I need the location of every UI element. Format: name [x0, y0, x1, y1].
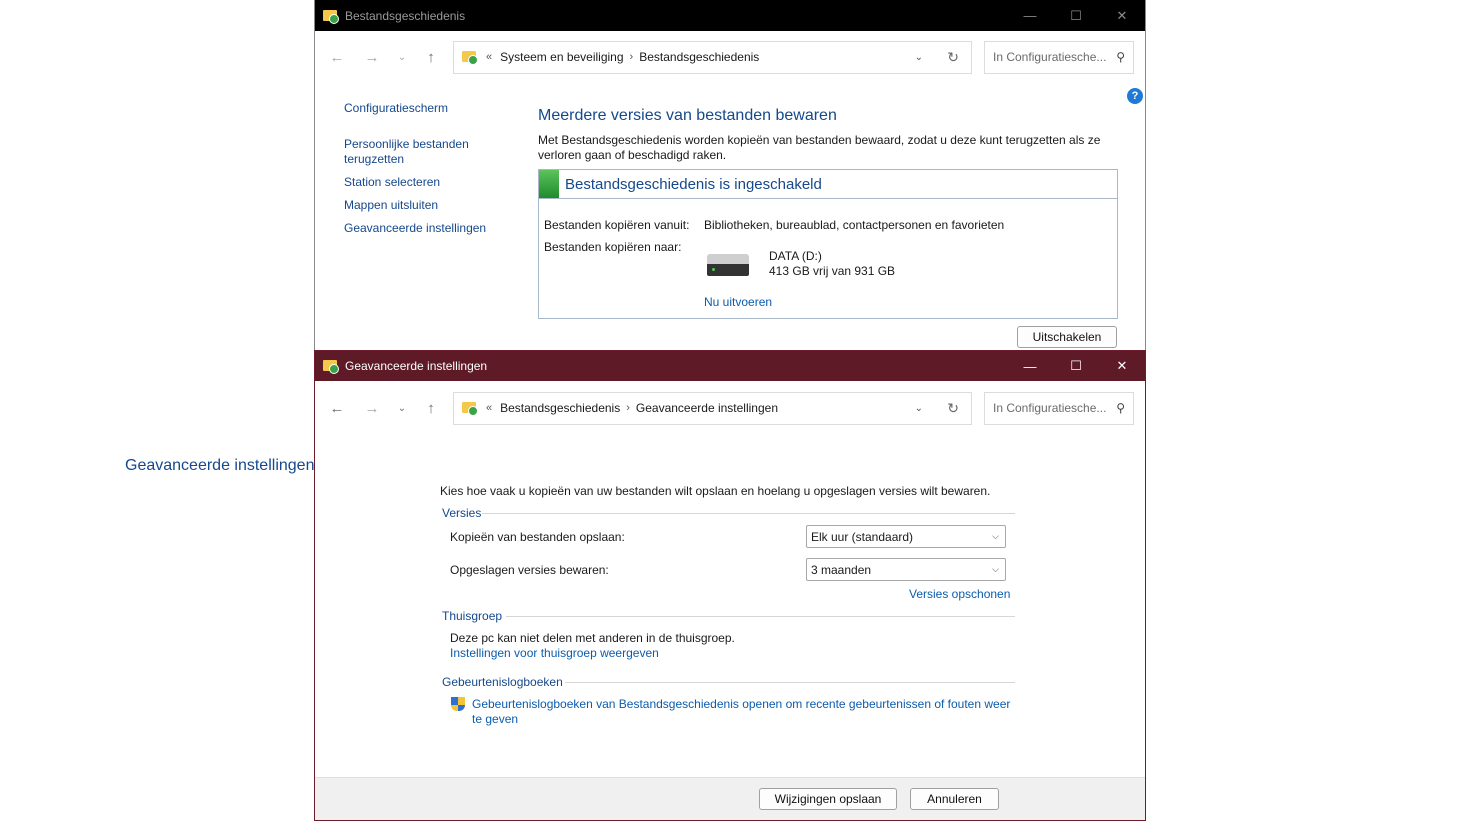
homegroup-settings-link[interactable]: Instellingen voor thuisgroep weergeven	[450, 646, 659, 660]
chevron-down-icon: ⌵	[992, 531, 999, 541]
dialog-footer	[315, 777, 1145, 820]
maximize-button[interactable]: ☐	[1053, 0, 1099, 31]
maximize-button[interactable]: ☐	[1053, 351, 1099, 381]
status-title: Bestandsgeschiedenis is ingeschakeld	[565, 175, 822, 193]
chevron-down-icon: ⌵	[992, 564, 999, 574]
search-input[interactable]: In Configuratiesche... ⚲	[984, 391, 1134, 425]
sidebar-item-restore-files[interactable]: Persoonlijke bestanden terugzetten	[344, 137, 484, 167]
close-button[interactable]: ✕	[1099, 0, 1145, 31]
forward-arrow-icon[interactable]: →	[357, 393, 387, 423]
up-arrow-icon[interactable]: ↑	[416, 393, 446, 423]
search-input[interactable]: In Configuratiesche... ⚲	[984, 40, 1134, 74]
minimize-button[interactable]: —	[1007, 351, 1053, 381]
breadcrumb-item[interactable]: Bestandsgeschiedenis	[500, 401, 620, 415]
address-bar[interactable]: « Bestandsgeschiedenis › Geavanceerde in…	[453, 391, 972, 425]
page-title: Geavanceerde instellingen	[125, 457, 315, 474]
breadcrumb-overflow[interactable]: «	[486, 402, 492, 414]
save-changes-button[interactable]: Wijzigingen opslaan	[759, 788, 897, 810]
cancel-button[interactable]: Annuleren	[910, 788, 999, 810]
sidebar-home-link[interactable]: Configuratiescherm	[344, 101, 448, 116]
control-panel-icon	[462, 49, 480, 65]
breadcrumb-item[interactable]: Geavanceerde instellingen	[636, 401, 778, 415]
back-arrow-icon[interactable]: ←	[322, 42, 352, 72]
keep-versions-select[interactable]: 3 maanden ⌵	[806, 558, 1006, 581]
page-description: Met Bestandsgeschiedenis worden kopieën …	[538, 133, 1101, 162]
refresh-icon[interactable]: ↻	[947, 49, 959, 66]
breadcrumb-separator-icon: ›	[626, 402, 630, 414]
copy-from-label: Bestanden kopiëren vanuit:	[544, 218, 690, 232]
navigation-bar: ← → ⌄ ↑ « Systeem en beveiliging › Besta…	[315, 33, 1145, 81]
sidebar-item-advanced-settings[interactable]: Geavanceerde instellingen	[344, 221, 486, 236]
search-placeholder: In Configuratiesche...	[993, 401, 1107, 415]
page-description: Kies hoe vaak u kopieën van uw bestanden…	[440, 484, 991, 498]
file-history-app-icon	[323, 358, 339, 374]
status-indicator	[539, 170, 559, 198]
keep-versions-value: 3 maanden	[811, 562, 872, 577]
breadcrumb-item[interactable]: Bestandsgeschiedenis	[639, 50, 759, 64]
homegroup-section-label: Thuisgroep	[442, 609, 503, 623]
page-title: Meerdere versies van bestanden bewaren	[538, 107, 837, 124]
eventlogs-link[interactable]: Gebeurtenislogboeken van Bestandsgeschie…	[472, 697, 1010, 711]
eventlogs-divider	[565, 682, 1015, 683]
search-placeholder: In Configuratiesche...	[993, 50, 1107, 64]
search-icon[interactable]: ⚲	[1116, 401, 1125, 415]
homegroup-text: Deze pc kan niet delen met anderen in de…	[450, 631, 735, 645]
address-bar[interactable]: « Systeem en beveiliging › Bestandsgesch…	[453, 40, 972, 74]
cleanup-versions-link[interactable]: Versies opschonen	[909, 587, 1010, 601]
sidebar-item-select-drive[interactable]: Station selecteren	[344, 175, 440, 190]
control-panel-icon	[462, 400, 480, 416]
eventlogs-link-continued[interactable]: te geven	[472, 712, 518, 726]
title-bar[interactable]: Geavanceerde instellingen — ☐ ✕	[315, 351, 1145, 381]
homegroup-divider	[506, 616, 1015, 617]
uac-shield-icon	[451, 697, 465, 713]
refresh-icon[interactable]: ↻	[947, 400, 959, 417]
save-copies-label: Kopieën van bestanden opslaan:	[450, 530, 625, 544]
breadcrumb-overflow[interactable]: «	[486, 51, 492, 63]
file-history-app-icon	[323, 8, 339, 24]
status-panel: Bestandsgeschiedenis is ingeschakeld Bes…	[538, 169, 1118, 319]
forward-arrow-icon[interactable]: →	[357, 42, 387, 72]
window-title: Bestandsgeschiedenis	[345, 8, 466, 23]
window-title: Geavanceerde instellingen	[345, 359, 488, 373]
up-arrow-icon[interactable]: ↑	[416, 42, 446, 72]
address-dropdown-icon[interactable]: ⌄	[915, 403, 923, 414]
recent-locations-chevron-icon[interactable]: ⌄	[387, 42, 417, 72]
copy-to-label: Bestanden kopiëren naar:	[544, 240, 682, 254]
drive-space: 413 GB vrij van 931 GB	[769, 264, 896, 278]
breadcrumb-item[interactable]: Systeem en beveiliging	[500, 50, 623, 64]
sidebar-item-exclude-folders[interactable]: Mappen uitsluiten	[344, 198, 438, 213]
recent-locations-chevron-icon[interactable]: ⌄	[387, 393, 417, 423]
advanced-settings-window: Geavanceerde instellingen — ☐ ✕ ← → ⌄ ↑ …	[314, 350, 1146, 821]
run-now-link[interactable]: Nu uitvoeren	[704, 295, 772, 309]
close-button[interactable]: ✕	[1099, 351, 1145, 381]
disable-button[interactable]: Uitschakelen	[1017, 326, 1117, 348]
save-copies-select[interactable]: Elk uur (standaard) ⌵	[806, 525, 1006, 548]
drive-icon	[707, 254, 749, 276]
versions-divider	[482, 513, 1015, 514]
drive-name: DATA (D:)	[769, 249, 822, 263]
copy-from-value: Bibliotheken, bureaublad, contactpersone…	[704, 218, 1005, 232]
save-copies-value: Elk uur (standaard)	[811, 529, 914, 544]
address-dropdown-icon[interactable]: ⌄	[915, 52, 923, 63]
navigation-bar: ← → ⌄ ↑ « Bestandsgeschiedenis › Geavanc…	[315, 384, 1145, 432]
keep-versions-label: Opgeslagen versies bewaren:	[450, 563, 609, 577]
help-icon[interactable]: ?	[1127, 88, 1143, 104]
versions-section-label: Versies	[442, 506, 482, 520]
title-bar[interactable]: Bestandsgeschiedenis — ☐ ✕	[315, 0, 1145, 31]
back-arrow-icon[interactable]: ←	[322, 393, 352, 423]
minimize-button[interactable]: —	[1007, 0, 1053, 31]
search-icon[interactable]: ⚲	[1116, 50, 1125, 64]
file-history-window: Bestandsgeschiedenis — ☐ ✕ ← → ⌄ ↑ « Sys…	[314, 0, 1146, 350]
breadcrumb-separator-icon: ›	[629, 51, 634, 63]
eventlogs-section-label: Gebeurtenislogboeken	[442, 675, 563, 689]
